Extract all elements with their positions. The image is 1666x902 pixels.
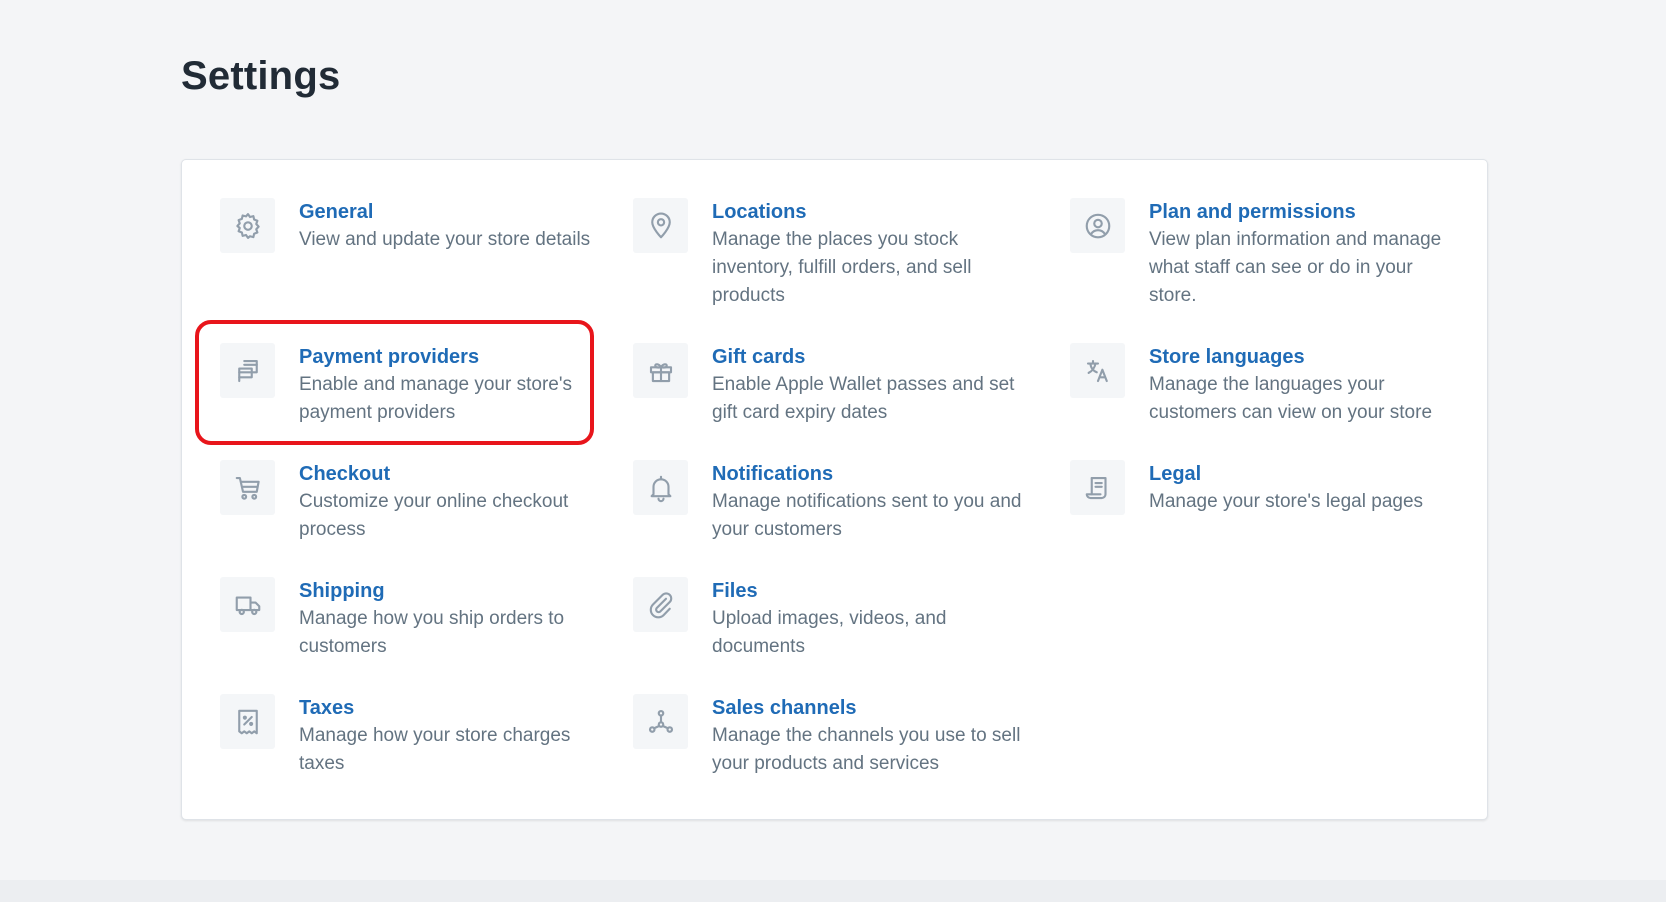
gear-icon — [220, 198, 275, 253]
setting-sales-channels[interactable]: Sales channels Manage the channels you u… — [633, 694, 1027, 778]
settings-page: Settings General View and update your st… — [0, 0, 1666, 902]
setting-title[interactable]: Checkout — [299, 460, 599, 488]
setting-files[interactable]: Files Upload images, videos, and documen… — [633, 577, 1027, 661]
setting-description: Manage the channels you use to sell your… — [712, 725, 1021, 774]
setting-description: Manage how your store charges taxes — [299, 725, 571, 774]
setting-title[interactable]: Shipping — [299, 577, 599, 605]
setting-description: View plan information and manage what st… — [1149, 229, 1442, 306]
location-pin-icon — [633, 198, 688, 253]
setting-locations[interactable]: Locations Manage the places you stock in… — [633, 198, 1027, 310]
truck-icon — [220, 577, 275, 632]
sales-channels-icon — [633, 694, 688, 749]
setting-taxes[interactable]: Taxes Manage how your store charges taxe… — [220, 694, 599, 778]
setting-shipping[interactable]: Shipping Manage how you ship orders to c… — [220, 577, 599, 661]
setting-description: Manage notifications sent to you and you… — [712, 491, 1022, 540]
setting-description: View and update your store details — [299, 229, 591, 250]
setting-title[interactable]: Store languages — [1149, 343, 1449, 371]
setting-description: Manage the languages your customers can … — [1149, 374, 1433, 423]
setting-title[interactable]: Plan and permissions — [1149, 198, 1449, 226]
setting-description: Enable Apple Wallet passes and set gift … — [712, 374, 1015, 423]
setting-general[interactable]: General View and update your store detai… — [220, 198, 599, 254]
setting-description: Customize your online checkout process — [299, 491, 569, 540]
gift-icon — [633, 343, 688, 398]
setting-title[interactable]: Files — [712, 577, 1027, 605]
setting-notifications[interactable]: Notifications Manage notifications sent … — [633, 460, 1027, 544]
setting-title[interactable]: Sales channels — [712, 694, 1027, 722]
page-title: Settings — [181, 54, 341, 98]
bell-icon — [633, 460, 688, 515]
tax-receipt-icon — [220, 694, 275, 749]
setting-plan-and-permissions[interactable]: Plan and permissions View plan informati… — [1070, 198, 1449, 310]
setting-title[interactable]: Notifications — [712, 460, 1027, 488]
setting-title[interactable]: Taxes — [299, 694, 599, 722]
setting-gift-cards[interactable]: Gift cards Enable Apple Wallet passes an… — [633, 343, 1027, 427]
setting-title[interactable]: Gift cards — [712, 343, 1027, 371]
setting-store-languages[interactable]: Store languages Manage the languages you… — [1070, 343, 1449, 427]
setting-description: Manage the places you stock inventory, f… — [712, 229, 972, 306]
settings-card: General View and update your store detai… — [181, 159, 1488, 820]
setting-checkout[interactable]: Checkout Customize your online checkout … — [220, 460, 599, 544]
translate-icon — [1070, 343, 1125, 398]
paperclip-icon — [633, 577, 688, 632]
setting-title[interactable]: Legal — [1149, 460, 1449, 488]
cart-icon — [220, 460, 275, 515]
bottom-strip — [0, 880, 1666, 902]
setting-description: Manage how you ship orders to customers — [299, 608, 565, 657]
setting-description: Upload images, videos, and documents — [712, 608, 947, 657]
setting-title[interactable]: General — [299, 198, 599, 226]
setting-description: Manage your store's legal pages — [1149, 491, 1424, 512]
highlight-box — [195, 320, 594, 445]
legal-document-icon — [1070, 460, 1125, 515]
setting-legal[interactable]: Legal Manage your store's legal pages — [1070, 460, 1449, 516]
setting-title[interactable]: Locations — [712, 198, 1027, 226]
user-circle-icon — [1070, 198, 1125, 253]
